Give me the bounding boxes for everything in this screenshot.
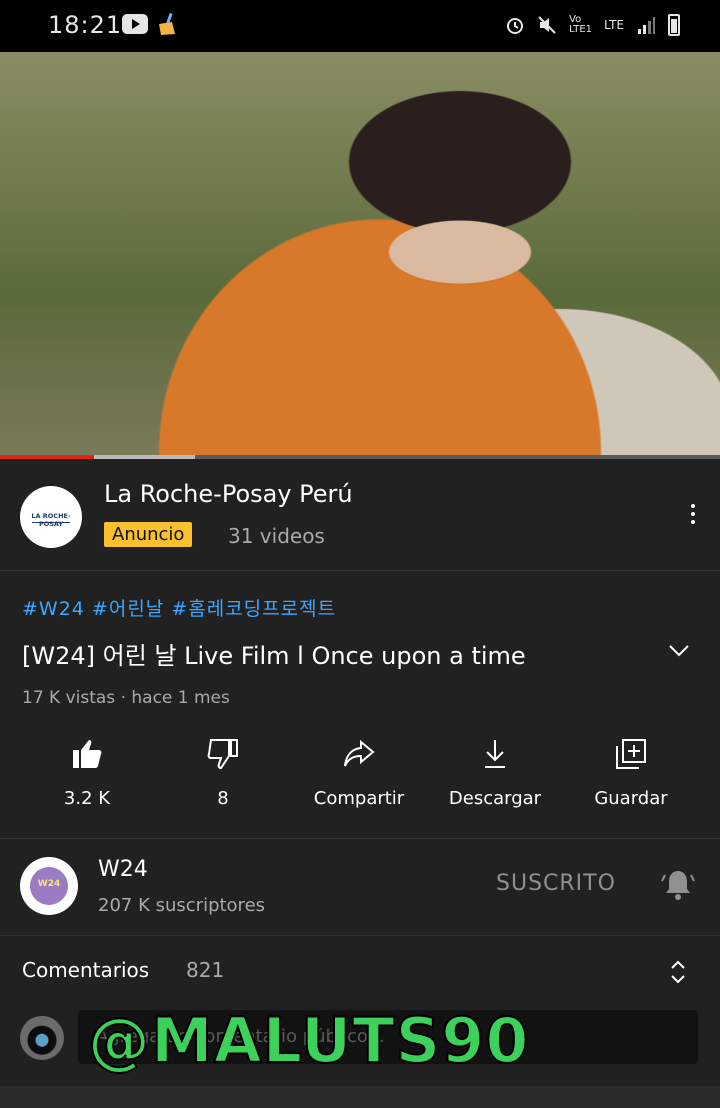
save-button[interactable]: Guardar	[566, 736, 696, 809]
subscriber-count: 207 K suscriptores	[98, 895, 266, 916]
dislike-icon	[207, 739, 238, 770]
advertiser-logo-text: LA ROCHE-POSAY	[31, 512, 71, 528]
like-button[interactable]: 3.2 K	[22, 736, 152, 809]
chevron-down-icon[interactable]	[668, 644, 690, 658]
network-label: LTE	[604, 18, 624, 32]
logo-divider	[32, 522, 70, 523]
action-bar: 3.2 K 8 Compartir Descargar Guardar	[0, 736, 720, 816]
comments-section[interactable]: Comentarios 821 Agrega un comentario púb…	[0, 936, 720, 1086]
advertiser-name[interactable]: La Roche-Posay Perú	[104, 480, 353, 508]
channel-row[interactable]: W24 W24 207 K suscriptores SUSCRITO	[0, 839, 720, 936]
download-icon	[485, 740, 505, 768]
ad-video-count: 31 videos	[228, 524, 325, 548]
ad-badge: Anuncio	[104, 522, 193, 547]
advertiser-logo[interactable]: LA ROCHE-POSAY	[20, 486, 82, 548]
save-label: Guardar	[594, 788, 668, 809]
save-icon	[616, 739, 646, 769]
youtube-icon	[122, 14, 148, 34]
like-icon	[73, 740, 102, 768]
dislike-count: 8	[217, 788, 229, 809]
battery-icon	[668, 14, 680, 36]
like-count: 3.2 K	[63, 788, 111, 809]
video-buffer-bar	[94, 455, 195, 459]
video-info: #W24 #어린날 #홈레코딩프로젝트 [W24] 어린 날 Live Film…	[0, 572, 720, 839]
video-progress-bar[interactable]	[0, 455, 94, 459]
video-meta: 17 K vistas · hace 1 mes	[22, 688, 230, 708]
alarm-icon	[507, 18, 524, 34]
signal-icon	[638, 17, 655, 34]
broom-icon	[159, 12, 175, 35]
bell-icon[interactable]	[660, 867, 696, 903]
comments-count: 821	[186, 958, 225, 982]
video-player[interactable]	[0, 52, 720, 456]
status-bar: 18:21 Vo LTE1 LTE	[0, 0, 720, 52]
channel-avatar[interactable]: W24	[20, 857, 78, 915]
download-button[interactable]: Descargar	[430, 736, 560, 809]
expand-collapse-icon[interactable]	[668, 958, 688, 986]
mute-icon	[538, 16, 556, 34]
channel-avatar-text: W24	[37, 879, 61, 889]
comments-label: Comentarios	[22, 958, 150, 982]
share-label: Compartir	[313, 788, 405, 809]
status-icons: Vo LTE1 LTE	[505, 14, 680, 36]
more-options-icon[interactable]	[690, 504, 696, 526]
channel-name[interactable]: W24	[98, 857, 148, 882]
ad-card[interactable]: LA ROCHE-POSAY La Roche-Posay Perú Anunc…	[0, 460, 720, 571]
share-button[interactable]: Compartir	[294, 736, 424, 809]
bottom-edge	[0, 1086, 720, 1108]
download-label: Descargar	[448, 788, 542, 809]
status-time: 18:21	[48, 11, 123, 39]
volte-lte-icon: Vo LTE1	[569, 14, 593, 35]
subscribe-button[interactable]: SUSCRITO	[496, 871, 616, 896]
dislike-button[interactable]: 8	[158, 736, 288, 809]
user-avatar[interactable]	[20, 1016, 64, 1060]
share-icon	[344, 739, 375, 767]
video-title[interactable]: [W24] 어린 날 Live Film l Once upon a time	[22, 636, 642, 671]
watermark-text: @MALUTS90	[87, 1003, 530, 1078]
video-hashtags[interactable]: #W24 #어린날 #홈레코딩프로젝트	[22, 594, 336, 621]
